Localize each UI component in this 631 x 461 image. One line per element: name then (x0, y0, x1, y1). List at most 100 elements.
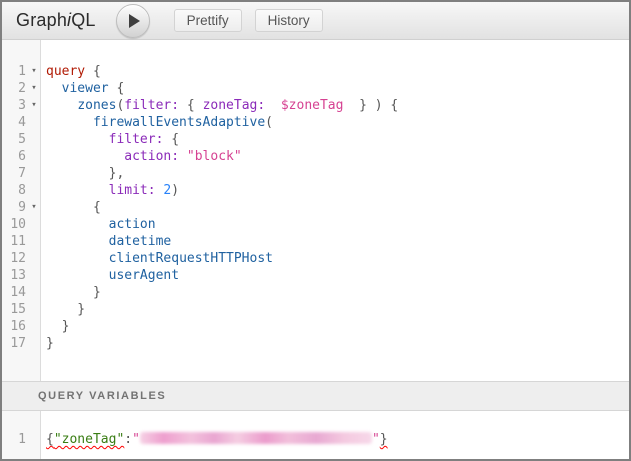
token-pc (46, 98, 77, 113)
code-line-1: 1{"zoneTag":""} (2, 431, 629, 448)
toolbar: GraphiQL Prettify History (2, 2, 629, 40)
prettify-button[interactable]: Prettify (174, 9, 242, 32)
execute-query-button[interactable] (116, 4, 150, 38)
token-vr: $zoneTag (281, 98, 344, 113)
line-number: 1 (2, 63, 26, 80)
token-at: zoneTag: (203, 98, 266, 113)
token-pc: } (380, 432, 388, 447)
token-fd: action (109, 217, 156, 232)
code-text: } (42, 284, 101, 301)
token-st: " (372, 432, 380, 447)
token-pc (46, 81, 62, 96)
token-fd: userAgent (109, 268, 179, 283)
token-pc: { (179, 98, 202, 113)
line-number: 3 (2, 97, 26, 114)
code-text: zones(filter: { zoneTag: $zoneTag } ) { (42, 97, 398, 114)
query-variables-title: QUERY VARIABLES (38, 390, 166, 402)
token-fd: viewer (62, 81, 109, 96)
fold-gutter-spacer (26, 284, 42, 301)
code-text: } (42, 318, 69, 335)
token-pc: }, (46, 166, 124, 181)
line-number: 17 (2, 335, 26, 352)
code-line-9: 9▾ { (2, 199, 629, 216)
code-line-17: 17} (2, 335, 629, 352)
code-text: clientRequestHTTPHost (42, 250, 273, 267)
redacted-zone-tag-value (140, 432, 372, 444)
fold-chevron-down-icon[interactable]: ▾ (26, 63, 42, 80)
token-at: limit: (109, 183, 156, 198)
line-number: 6 (2, 148, 26, 165)
fold-gutter-spacer (26, 131, 42, 148)
token-pc: { (163, 132, 179, 147)
line-number: 14 (2, 284, 26, 301)
code-line-4: 4 firewallEventsAdaptive( (2, 114, 629, 131)
query-editor[interactable]: 1▾query {2▾ viewer {3▾ zones(filter: { z… (2, 40, 629, 381)
fold-chevron-down-icon[interactable]: ▾ (26, 97, 42, 114)
code-line-11: 11 datetime (2, 233, 629, 250)
line-number: 11 (2, 233, 26, 250)
fold-gutter-spacer (26, 301, 42, 318)
token-pc: ) (171, 183, 179, 198)
query-code[interactable]: 1▾query {2▾ viewer {3▾ zones(filter: { z… (2, 40, 629, 352)
fold-chevron-down-icon[interactable]: ▾ (26, 80, 42, 97)
token-pc (46, 234, 109, 249)
token-pc (265, 98, 281, 113)
token-pc (46, 132, 109, 147)
logo-text-post: QL (71, 10, 95, 30)
code-text: action: "block" (42, 148, 242, 165)
line-number: 5 (2, 131, 26, 148)
fold-gutter-spacer (26, 250, 42, 267)
history-button[interactable]: History (255, 9, 323, 32)
token-st: " (132, 432, 140, 447)
graphiql-app: GraphiQL Prettify History 1▾query {2▾ vi… (0, 0, 631, 461)
token-pc (46, 115, 93, 130)
fold-gutter-spacer (26, 335, 42, 352)
code-text: action (42, 216, 156, 233)
fold-gutter-spacer (26, 165, 42, 182)
fold-gutter-spacer (26, 431, 42, 448)
code-line-12: 12 clientRequestHTTPHost (2, 250, 629, 267)
line-number: 1 (2, 431, 26, 448)
token-st: "block" (187, 149, 242, 164)
variables-code[interactable]: 1{"zoneTag":""} (2, 411, 629, 448)
fold-gutter-spacer (26, 318, 42, 335)
token-pc (46, 217, 109, 232)
fold-gutter-spacer (26, 233, 42, 250)
token-pc: } (46, 285, 101, 300)
logo-text-pre: Graph (16, 10, 67, 30)
code-text: userAgent (42, 267, 179, 284)
code-text: firewallEventsAdaptive( (42, 114, 273, 131)
token-pc (179, 149, 187, 164)
code-line-16: 16 } (2, 318, 629, 335)
code-line-8: 8 limit: 2) (2, 182, 629, 199)
token-pc: { (85, 64, 101, 79)
token-pc: { (109, 81, 125, 96)
line-number: 4 (2, 114, 26, 131)
token-pc: } (46, 302, 85, 317)
fold-gutter-spacer (26, 267, 42, 284)
fold-chevron-down-icon[interactable]: ▾ (26, 199, 42, 216)
line-number: 16 (2, 318, 26, 335)
token-fd: firewallEventsAdaptive (93, 115, 265, 130)
token-pc: } (46, 319, 69, 334)
token-pc: ( (265, 115, 273, 130)
code-text: { (42, 199, 101, 216)
token-at: filter: (109, 132, 164, 147)
code-line-2: 2▾ viewer { (2, 80, 629, 97)
code-line-10: 10 action (2, 216, 629, 233)
token-pc: { (46, 200, 101, 215)
code-text: } (42, 335, 54, 352)
code-line-13: 13 userAgent (2, 267, 629, 284)
line-number: 7 (2, 165, 26, 182)
code-text: datetime (42, 233, 171, 250)
token-at: action: (124, 149, 179, 164)
variables-editor[interactable]: 1{"zoneTag":""} (2, 411, 629, 459)
fold-gutter-spacer (26, 182, 42, 199)
fold-gutter-spacer (26, 114, 42, 131)
token-at: filter: (124, 98, 179, 113)
app-logo: GraphiQL (16, 10, 96, 31)
line-number: 2 (2, 80, 26, 97)
code-text: query { (42, 63, 101, 80)
fold-gutter-spacer (26, 148, 42, 165)
query-variables-header[interactable]: QUERY VARIABLES (2, 381, 629, 411)
